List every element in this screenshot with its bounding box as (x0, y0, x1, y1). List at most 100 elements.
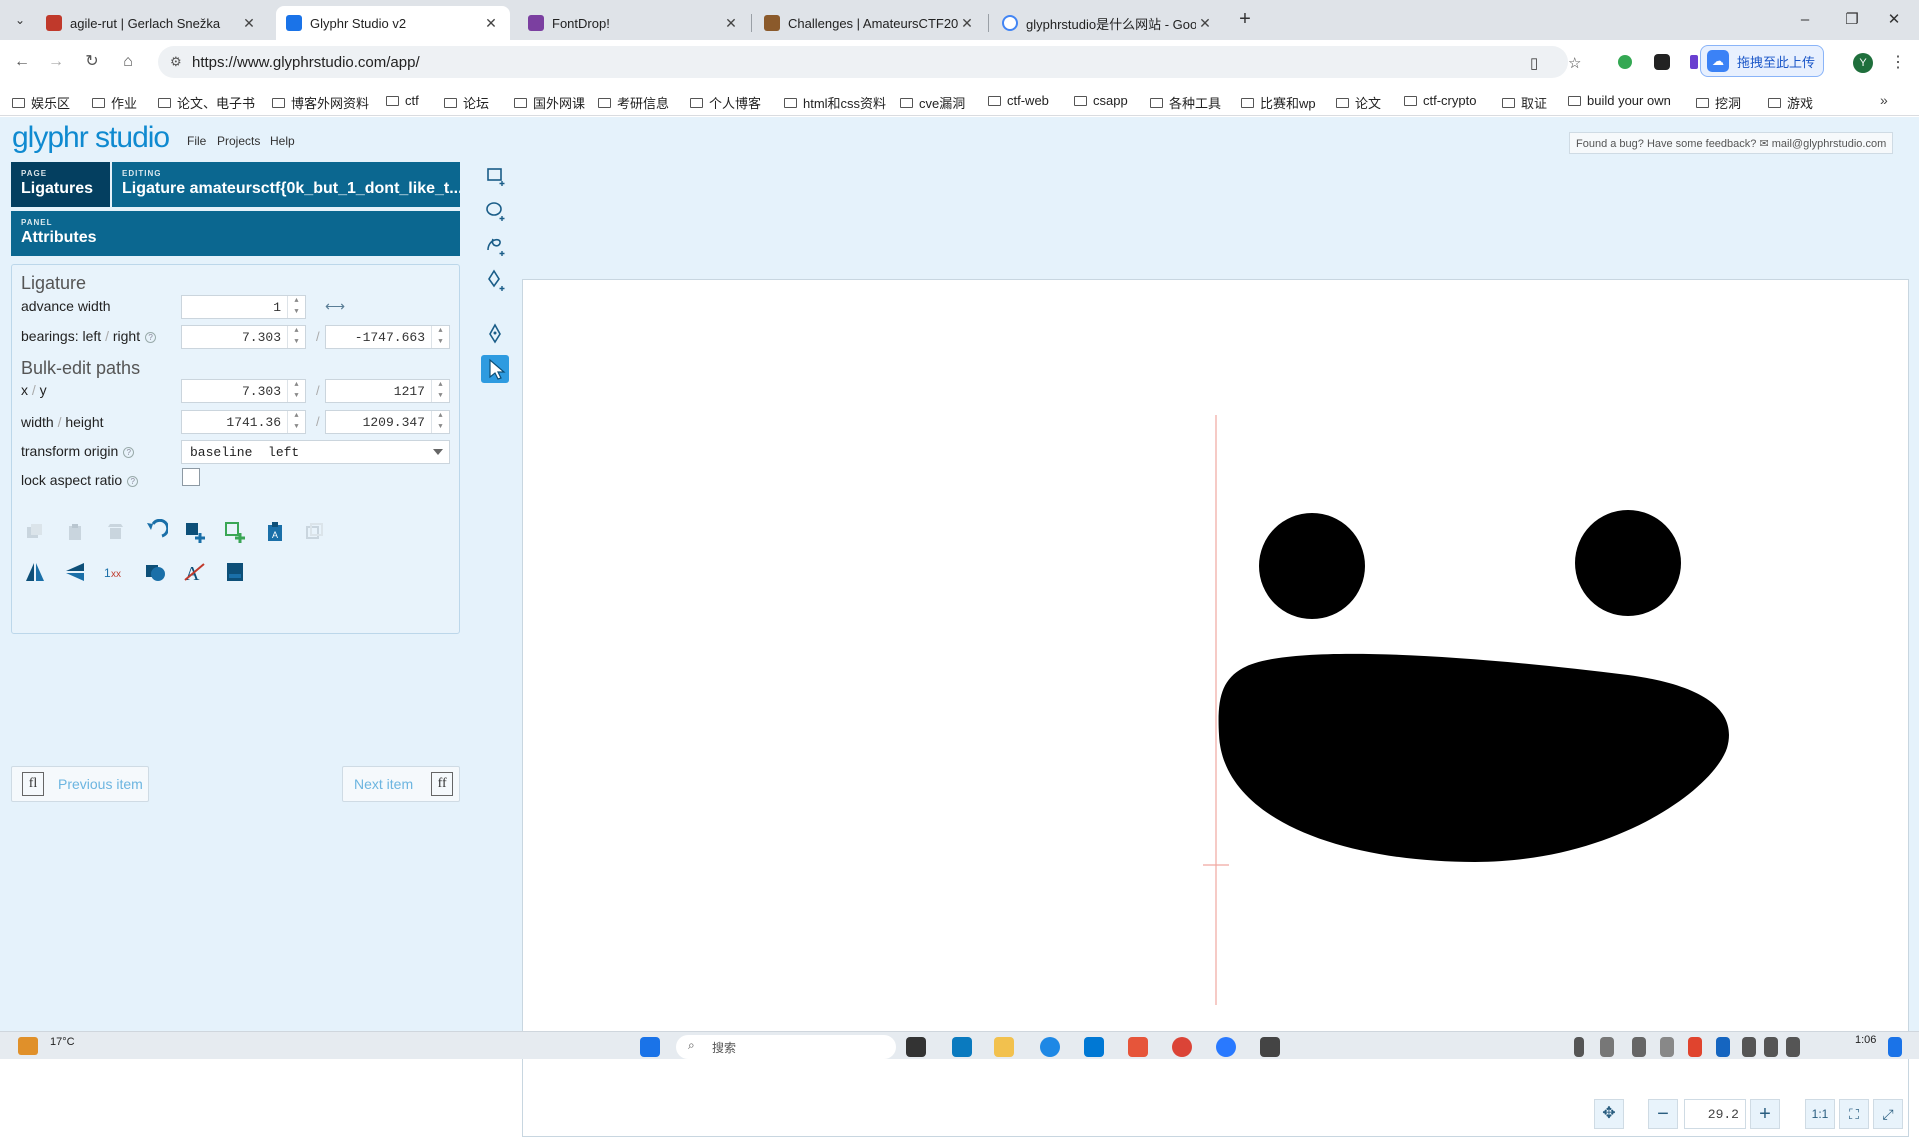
new-oval-tool-icon[interactable] (481, 196, 509, 224)
bookmark-folder[interactable]: 考研信息 (598, 93, 669, 112)
bookmark-folder[interactable]: 论坛 (444, 93, 489, 112)
input-method-icon[interactable] (1660, 1037, 1674, 1057)
windows-start-icon[interactable] (640, 1037, 660, 1057)
tray-red-app-icon[interactable] (1688, 1037, 1702, 1057)
browser-tab[interactable]: Challenges | AmateursCTF20 ✕ (754, 6, 986, 40)
bookmark-folder[interactable]: build your own (1568, 93, 1671, 108)
url-text[interactable]: https://www.glyphrstudio.com/app/ (192, 54, 420, 71)
height-input[interactable]: 1209.347 ▲ ▼ (325, 410, 450, 434)
next-item-button[interactable]: Next item ff (342, 766, 460, 802)
bookmark-folder[interactable]: 论文、电子书 (158, 93, 255, 112)
bookmark-folder[interactable]: 娱乐区 (12, 93, 70, 112)
flip-horizontal-icon[interactable] (22, 559, 48, 585)
close-window-icon[interactable]: ✕ (1871, 6, 1917, 34)
home-icon[interactable]: ⌂ (116, 50, 140, 74)
spinner-icon[interactable]: ▲ ▼ (287, 296, 305, 318)
delete-icon[interactable] (102, 519, 128, 545)
spinner-icon[interactable]: ▲ ▼ (287, 411, 305, 433)
keyboard-icon[interactable] (1632, 1037, 1646, 1057)
help-icon[interactable]: ? (145, 331, 157, 343)
spinner-icon[interactable]: ▲ ▼ (431, 411, 449, 433)
bookmark-folder[interactable]: cve漏洞 (900, 93, 965, 112)
zoom-fit-icon[interactable]: ⛶ (1839, 1099, 1869, 1129)
bearing-left-input[interactable]: 7.303 ▲ ▼ (181, 325, 306, 349)
duplicate-icon[interactable] (302, 519, 328, 545)
task-view-icon[interactable] (906, 1037, 926, 1057)
convert-outline-icon[interactable]: A (182, 559, 208, 585)
restore-window-icon[interactable]: ❐ (1829, 6, 1875, 34)
bookmark-folder[interactable]: html和css资料 (784, 93, 886, 112)
add-point-tool-icon[interactable] (481, 266, 509, 294)
chrome-icon[interactable] (1172, 1037, 1192, 1057)
undo-icon[interactable] (142, 519, 168, 545)
bookmark-folder[interactable]: 游戏 (1768, 93, 1813, 112)
bookmark-folder[interactable]: 各种工具 (1150, 93, 1221, 112)
bookmark-folder[interactable]: 博客外网资料 (272, 93, 369, 112)
close-tab-icon[interactable]: ✕ (1196, 15, 1214, 32)
system-clock[interactable]: 1:06 (1855, 1034, 1876, 1046)
previous-item-button[interactable]: fl Previous item (11, 766, 149, 802)
spinner-icon[interactable]: ▲ ▼ (287, 326, 305, 348)
help-icon[interactable]: ? (123, 446, 135, 458)
bookmark-folder[interactable]: 取证 (1502, 93, 1547, 112)
store-icon[interactable] (1084, 1037, 1104, 1057)
menu-help[interactable]: Help (270, 134, 295, 148)
menu-projects[interactable]: Projects (217, 134, 260, 148)
copy-icon[interactable] (22, 519, 48, 545)
spinner-icon[interactable]: ▲ ▼ (431, 326, 449, 348)
new-tab-button[interactable]: + (1232, 8, 1258, 32)
forward-arrow-icon[interactable]: → (44, 50, 68, 74)
close-tab-icon[interactable]: ✕ (482, 15, 500, 32)
minimize-window-icon[interactable]: – (1782, 6, 1828, 34)
paste-component-icon[interactable]: A (262, 519, 288, 545)
tray-chevron-icon[interactable] (1574, 1037, 1584, 1057)
zoom-out-button[interactable]: − (1648, 1099, 1678, 1129)
transform-origin-select[interactable]: baseline left (181, 440, 450, 464)
cloud-upload-button[interactable]: ☁ 拖拽至此上传 (1700, 45, 1824, 77)
site-settings-icon[interactable]: ⚙ (170, 54, 182, 70)
app-red-icon[interactable] (1128, 1037, 1148, 1057)
combine-shapes-icon[interactable] (142, 559, 168, 585)
bookmark-folder[interactable]: ctf (386, 93, 419, 108)
zoom-actual-size-icon[interactable]: 1:1 (1805, 1099, 1835, 1129)
browser-tab[interactable]: FontDrop! ✕ (518, 6, 750, 40)
browser-tab-active[interactable]: Glyphr Studio v2 ✕ (276, 6, 510, 40)
new-rectangle-tool-icon[interactable] (481, 161, 509, 189)
lock-aspect-checkbox[interactable] (182, 468, 200, 486)
tray-blue-app-icon[interactable] (1716, 1037, 1730, 1057)
glyph-right-eye-shape[interactable] (1575, 510, 1681, 616)
bookmark-star-icon[interactable]: ☆ (1568, 54, 1581, 72)
reload-icon[interactable]: ↻ (80, 50, 104, 74)
volume-icon[interactable] (1764, 1037, 1778, 1057)
tray-app-icon[interactable] (1600, 1037, 1614, 1057)
browser-tab[interactable]: agile-rut | Gerlach Snežka ✕ (36, 6, 268, 40)
extension-purple-icon[interactable] (1690, 55, 1698, 69)
bookmark-folder[interactable]: 比赛和wp (1241, 93, 1316, 112)
bookmark-folder[interactable]: 国外网课 (514, 93, 585, 112)
extension-green-icon[interactable] (1618, 55, 1632, 69)
glyph-left-eye-shape[interactable] (1259, 513, 1365, 619)
close-tab-icon[interactable]: ✕ (958, 15, 976, 32)
editing-item-chooser[interactable]: EDITING Ligature amateursctf{0k_but_1_do… (112, 162, 460, 207)
edge-icon[interactable] (952, 1037, 972, 1057)
new-path-tool-icon[interactable] (481, 231, 509, 259)
help-icon[interactable]: ? (127, 475, 139, 487)
flip-vertical-icon[interactable] (62, 559, 88, 585)
weather-temperature[interactable]: 17°C (50, 1036, 75, 1048)
address-bar[interactable]: ⚙ https://www.glyphrstudio.com/app/ ▯ ☆ (158, 46, 1581, 78)
pan-tool-icon[interactable]: ✥ (1594, 1099, 1624, 1129)
wifi-icon[interactable] (1742, 1037, 1756, 1057)
more-bookmarks-icon[interactable]: » (1880, 92, 1888, 108)
bearing-right-input[interactable]: -1747.663 ▲ ▼ (325, 325, 450, 349)
back-arrow-icon[interactable]: ← (10, 50, 34, 74)
glyph-mouth-shape[interactable] (1218, 653, 1729, 862)
notification-icon[interactable] (1888, 1037, 1902, 1057)
pointer-tool-icon[interactable] (481, 355, 509, 383)
file-explorer-icon[interactable] (994, 1037, 1014, 1057)
taskbar-search[interactable]: ⌕ 搜索 (676, 1035, 896, 1059)
width-input[interactable]: 1741.36 ▲ ▼ (181, 410, 306, 434)
spinner-icon[interactable]: ▲ ▼ (287, 380, 305, 402)
add-path-icon[interactable] (222, 519, 248, 545)
paste-icon[interactable] (62, 519, 88, 545)
bookmark-folder[interactable]: 挖洞 (1696, 93, 1741, 112)
